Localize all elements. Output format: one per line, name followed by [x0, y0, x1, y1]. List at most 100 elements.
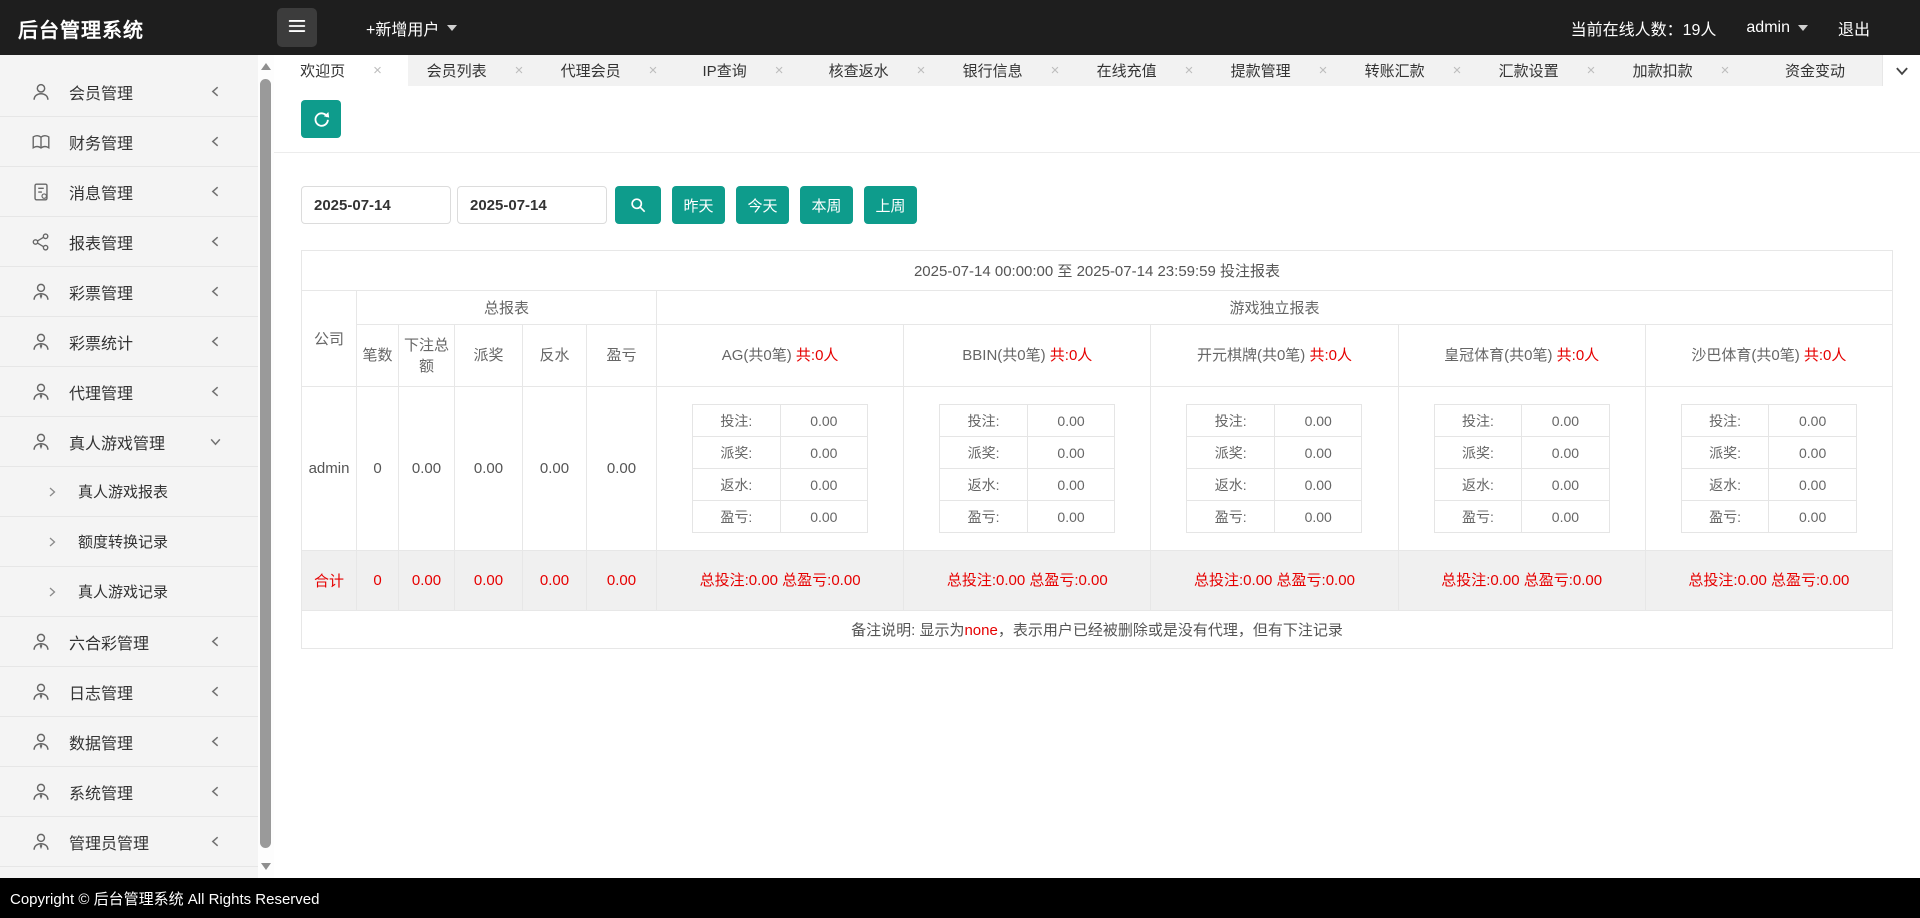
sidebar-item-label: 管理员管理: [69, 835, 150, 853]
tab-bar: 欢迎页 × 会员列表 × 代理会员 × IP查询 × 核查返水 × 银行信息 × 在线充值 ×…: [274, 55, 1920, 86]
sidebar-item-lhc-manage[interactable]: 六合彩管理: [0, 617, 258, 667]
stat-value: 0.00: [1026, 500, 1116, 533]
sidebar-item-system[interactable]: 系统管理: [0, 767, 258, 817]
new-user-dropdown[interactable]: +新增用户: [366, 0, 458, 55]
stat-value: 0.00: [779, 468, 869, 501]
new-user-label: +新增用户: [366, 21, 440, 39]
stat-label: 盈亏:: [1433, 500, 1523, 533]
summary-game-ag: 总投注:0.00 总盈亏:0.00: [655, 550, 905, 611]
sidebar-item-label: 日志管理: [69, 685, 134, 703]
tab-fund-changes[interactable]: 资金变动: [1748, 55, 1882, 86]
sidebar-item-finance[interactable]: 财务管理: [0, 117, 258, 167]
close-icon[interactable]: ×: [1185, 62, 1194, 79]
refresh-button[interactable]: [301, 100, 341, 138]
username-label: admin: [1746, 18, 1790, 36]
summary-payout: 0.00: [454, 550, 523, 611]
sidebar-item-messages[interactable]: 消息管理: [0, 167, 258, 217]
sidebar-subitem-live-game-records[interactable]: 真人游戏记录: [0, 567, 258, 617]
sidebar-item-label: 彩票统计: [69, 335, 134, 353]
tab-online-deposit[interactable]: 在线充值 ×: [1078, 55, 1212, 86]
tab-bank-info[interactable]: 银行信息 ×: [944, 55, 1078, 86]
stat-label: 投注:: [1680, 404, 1770, 437]
close-icon[interactable]: ×: [515, 62, 524, 79]
close-icon[interactable]: ×: [1587, 62, 1596, 79]
sidebar-item-lottery-manage[interactable]: 彩票管理: [0, 267, 258, 317]
tab-rebate-check[interactable]: 核查返水 ×: [810, 55, 944, 86]
close-icon[interactable]: ×: [1453, 62, 1462, 79]
tab-remit-settings[interactable]: 汇款设置 ×: [1480, 55, 1614, 86]
summary-game-kaiyuan: 总投注:0.00 总盈亏:0.00: [1150, 550, 1399, 611]
sidebar-subitem-quota-convert-log[interactable]: 额度转换记录: [0, 517, 258, 567]
sidebar-item-live-games[interactable]: 真人游戏管理: [0, 417, 258, 467]
yesterday-button[interactable]: 昨天: [672, 186, 725, 224]
stat-value: 0.00: [779, 404, 869, 437]
date-from-input[interactable]: [301, 186, 451, 224]
sidebar-subitem-label: 真人游戏记录: [78, 584, 169, 601]
close-icon[interactable]: ×: [1051, 62, 1060, 79]
stat-value: 0.00: [1521, 436, 1610, 469]
sidebar-subitem-label: 额度转换记录: [78, 534, 169, 551]
tab-label: 提款管理: [1230, 63, 1291, 80]
sidebar-item-reports[interactable]: 报表管理: [0, 217, 258, 267]
sidebar-item-label: 系统管理: [69, 785, 134, 803]
close-icon[interactable]: ×: [775, 62, 784, 79]
sidebar-item-agents[interactable]: 代理管理: [0, 367, 258, 417]
sidebar-item-logs[interactable]: 日志管理: [0, 667, 258, 717]
scroll-down-arrow-icon[interactable]: [261, 863, 271, 870]
col-profit: 盈亏: [586, 324, 657, 387]
this-week-button[interactable]: 本周: [800, 186, 853, 224]
logout-button[interactable]: 退出: [1838, 16, 1870, 40]
scrollbar-thumb[interactable]: [260, 79, 271, 848]
tab-member-list[interactable]: 会员列表 ×: [408, 55, 542, 86]
close-icon[interactable]: ×: [917, 62, 926, 79]
tab-label: 汇款设置: [1498, 63, 1559, 80]
refresh-icon: [314, 111, 329, 127]
sidebar-subitem-live-game-report[interactable]: 真人游戏报表: [0, 467, 258, 517]
tab-transfer-remit[interactable]: 转账汇款 ×: [1346, 55, 1480, 86]
player-count: 共:0人: [1803, 347, 1847, 364]
search-button[interactable]: [615, 186, 661, 224]
caret-down-icon: [447, 24, 458, 31]
sidebar-item-members[interactable]: 会员管理: [0, 67, 258, 117]
tab-list-dropdown-button[interactable]: [1882, 55, 1920, 86]
summary-rebate: 0.00: [522, 550, 587, 611]
tab-agent-members[interactable]: 代理会员 ×: [542, 55, 676, 86]
sidebar-item-data-manage[interactable]: 数据管理: [0, 717, 258, 767]
company-name-cell: admin: [301, 386, 357, 551]
chevron-left-icon: [211, 386, 219, 397]
document-icon: [34, 183, 48, 200]
online-count-label: 当前在线人数：19人: [1570, 21, 1717, 39]
chevron-left-icon: [211, 736, 219, 747]
date-to-input[interactable]: [457, 186, 607, 224]
chevron-left-icon: [211, 236, 219, 247]
summary-game-bbin: 总投注:0.00 总盈亏:0.00: [903, 550, 1152, 611]
summary-game-saba: 总投注:0.00 总盈亏:0.00: [1644, 550, 1894, 611]
chevron-right-icon: [49, 537, 56, 546]
page-toolbar: [274, 86, 1920, 153]
scroll-up-arrow-icon[interactable]: [261, 63, 271, 70]
tab-label: 加款扣款: [1632, 63, 1693, 80]
sidebar-toggle-button[interactable]: [277, 8, 317, 47]
note-row: 备注说明: 显示为none，表示用户已经被删除或是没有代理，但有下注记录: [301, 610, 1893, 649]
col-game-ag: AG(共0笔) 共:0人: [655, 324, 905, 387]
today-button[interactable]: 今天: [736, 186, 789, 224]
tab-label: 银行信息: [962, 63, 1023, 80]
last-week-button[interactable]: 上周: [864, 186, 917, 224]
col-game-saba-sports: 沙巴体育(共0笔) 共:0人: [1644, 324, 1894, 387]
tab-welcome[interactable]: 欢迎页 ×: [274, 55, 408, 86]
tab-ip-query[interactable]: IP查询 ×: [676, 55, 810, 86]
close-icon[interactable]: ×: [649, 62, 658, 79]
close-icon[interactable]: ×: [1319, 62, 1328, 79]
close-icon[interactable]: ×: [1721, 62, 1730, 79]
close-icon[interactable]: ×: [373, 62, 382, 79]
game-stats-cell-saba: 投注: 0.00 派奖: 0.00 返水: 0.00 盈亏: 0.00: [1644, 386, 1894, 551]
summary-bets: 0: [356, 550, 399, 611]
sidebar-item-admins[interactable]: 管理员管理: [0, 817, 258, 867]
sidebar-item-lottery-stats[interactable]: 彩票统计: [0, 317, 258, 367]
stat-label: 返水:: [692, 468, 781, 501]
tab-withdraw-manage[interactable]: 提款管理 ×: [1212, 55, 1346, 86]
stat-value: 0.00: [1521, 404, 1610, 437]
user-menu[interactable]: admin: [1746, 19, 1808, 37]
tab-add-deduct-funds[interactable]: 加款扣款 ×: [1614, 55, 1748, 86]
stat-value: 0.00: [1768, 436, 1857, 469]
